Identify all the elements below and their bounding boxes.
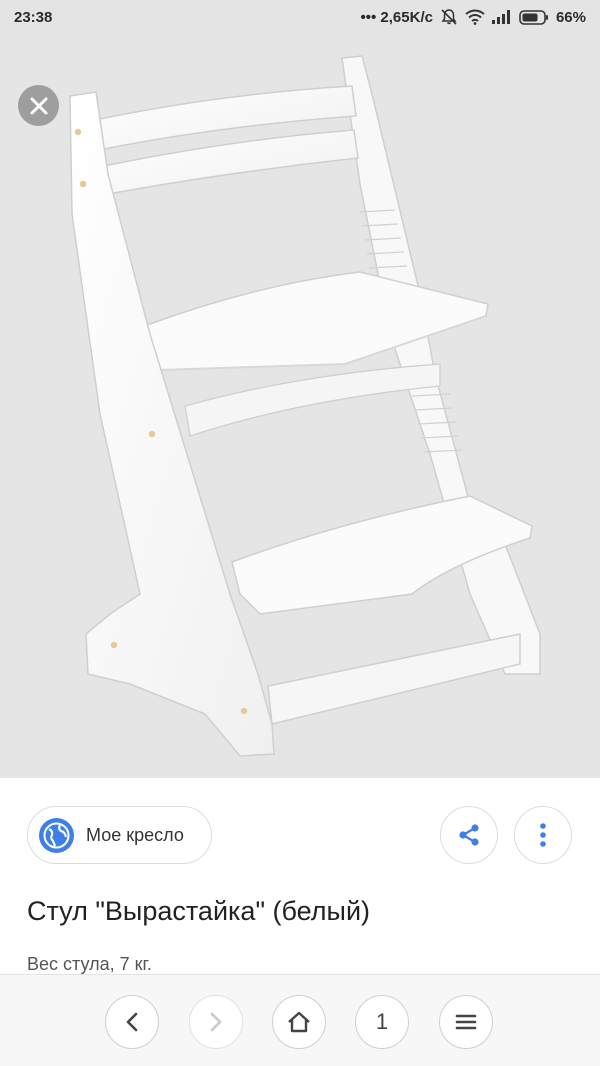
result-title[interactable]: Стул "Вырастайка" (белый)	[27, 896, 370, 927]
back-button[interactable]	[105, 995, 159, 1049]
tab-count: 1	[375, 1009, 389, 1034]
battery-icon	[519, 9, 549, 25]
chevron-left-icon	[126, 1012, 138, 1032]
home-button[interactable]	[272, 995, 326, 1049]
close-button[interactable]	[18, 85, 59, 126]
source-name: Мое кресло	[86, 824, 184, 845]
status-bar: 23:38 ••• 2,65K/c 66%	[0, 0, 600, 34]
globe-icon	[39, 817, 74, 853]
network-speed: ••• 2,65K/c	[360, 8, 433, 26]
share-icon	[459, 824, 479, 846]
more-options-button[interactable]	[514, 806, 572, 864]
home-icon	[288, 1011, 310, 1033]
source-link[interactable]: Мое кресло	[27, 806, 212, 864]
chair-image	[69, 55, 541, 757]
tabs-button[interactable]: 1	[355, 995, 409, 1049]
signal-icon	[491, 10, 512, 24]
browser-bottom-bar: 1	[0, 974, 600, 1066]
more-vertical-icon	[540, 823, 546, 847]
mute-bell-icon	[440, 8, 458, 26]
chevron-right-icon	[210, 1012, 222, 1032]
menu-button[interactable]	[439, 995, 493, 1049]
forward-button[interactable]	[189, 995, 243, 1049]
image-viewer[interactable]	[0, 34, 600, 778]
share-button[interactable]	[440, 806, 498, 864]
result-snippet: Вес стула, 7 кг.	[27, 954, 152, 974]
close-icon	[30, 97, 47, 114]
menu-icon	[455, 1014, 477, 1030]
status-icons: ••• 2,65K/c 66%	[361, 8, 587, 26]
wifi-icon	[465, 9, 485, 25]
battery-percent: 66%	[555, 8, 586, 26]
status-time: 23:38	[14, 8, 53, 26]
result-info-panel: Мое кресло Стул "Вырастайка" (белый) Вес…	[0, 778, 600, 974]
